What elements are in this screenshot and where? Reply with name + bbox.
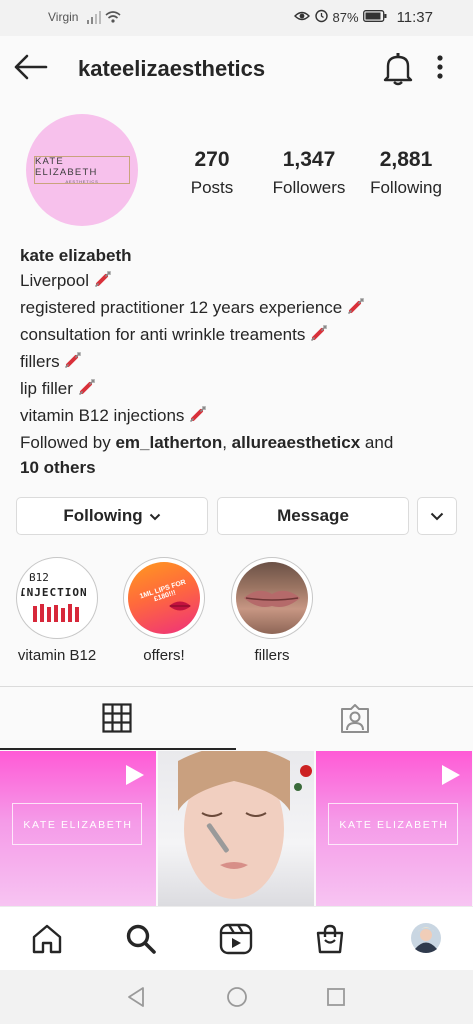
highlight-fillers[interactable]: fillers [222, 557, 322, 664]
post-grid: KATE ELIZABETH KATE ELIZABETH [0, 751, 473, 906]
highlight-label: fillers [254, 647, 290, 664]
followed-user-link[interactable]: em_latherton [115, 433, 222, 452]
back-arrow-icon[interactable] [14, 54, 48, 85]
highlight-cover [236, 562, 308, 634]
display-name: kate elizabeth [20, 246, 132, 265]
home-icon[interactable] [31, 923, 63, 960]
profile-avatar-icon[interactable] [410, 922, 442, 959]
more-options-icon[interactable] [436, 54, 444, 85]
syringe-emoji-icon [94, 270, 112, 295]
syringe-emoji-icon [189, 405, 207, 430]
highlight-cover-text: B12 [29, 571, 49, 584]
highlight-ring [231, 557, 313, 639]
reel-play-icon [124, 763, 146, 792]
face-treatment-photo [178, 751, 312, 899]
carrier-name: Virgin [48, 10, 79, 24]
profile-tabs [0, 686, 473, 750]
signal-icon [86, 9, 124, 30]
tile-title: KATE ELIZABETH [23, 819, 133, 831]
avatar-logo-title: KATE ELIZABETH [35, 156, 98, 178]
following-count[interactable]: 2,881 Following [362, 148, 450, 198]
bio-line: vitamin B12 injections [20, 403, 460, 430]
stat-label: Following [370, 178, 442, 197]
posts-count[interactable]: 270 Posts [181, 148, 243, 198]
profile-bio: kate elizabeth Liverpool registered prac… [20, 243, 460, 480]
reels-icon[interactable] [219, 923, 253, 960]
highlight-ring: 1ML LIPS FOR £180!!! [123, 557, 205, 639]
tab-active-indicator [0, 748, 236, 750]
stat-value: 270 [194, 148, 230, 171]
highlight-cover-text: INJECTION [21, 586, 88, 599]
tagged-posts-icon[interactable] [339, 703, 371, 740]
brand-logo: KATE ELIZABETH AESTHETICS [34, 156, 130, 184]
followed-user-link[interactable]: allureaestheticx [232, 433, 361, 452]
stat-label: Posts [190, 178, 234, 197]
search-icon[interactable] [125, 923, 157, 960]
syringe-emoji-icon [310, 324, 328, 349]
system-recents-icon[interactable] [326, 987, 346, 1012]
stat-value: 2,881 [379, 148, 433, 171]
chevron-down-icon [149, 506, 161, 526]
post-tile[interactable]: KATE ELIZABETH [316, 751, 472, 906]
message-button-label: Message [277, 506, 349, 525]
reel-play-icon [440, 763, 462, 792]
stat-value: 1,347 [282, 148, 336, 171]
post-tile[interactable] [158, 751, 314, 906]
notification-bell-icon[interactable] [382, 52, 414, 91]
alarm-icon [314, 8, 329, 26]
post-tile[interactable]: KATE ELIZABETH [0, 751, 156, 906]
highlight-offers[interactable]: 1ML LIPS FOR £180!!! offers! [114, 557, 214, 664]
bio-line: Liverpool [20, 268, 460, 295]
bio-line: registered practitioner 12 years experie… [20, 295, 460, 322]
bio-line: consultation for anti wrinkle treaments [20, 322, 460, 349]
following-button[interactable]: Following [16, 497, 208, 535]
chevron-down-icon [430, 506, 444, 526]
profile-username: kateelizaesthetics [78, 56, 266, 81]
highlight-cover: 1ML LIPS FOR £180!!! [128, 562, 200, 634]
bottom-navigation [0, 906, 473, 970]
message-button[interactable]: Message [217, 497, 409, 535]
profile-header: kateelizaesthetics [0, 36, 473, 100]
followers-count[interactable]: 1,347 Followers [265, 148, 353, 198]
highlight-cover: B12 INJECTION [21, 562, 93, 634]
bio-line: lip filler [20, 376, 460, 403]
status-bar: Virgin 87% 11:37 [0, 0, 473, 36]
followed-by[interactable]: Followed by em_latherton, allureaestheti… [20, 430, 460, 455]
profile-avatar[interactable]: KATE ELIZABETH AESTHETICS [26, 114, 138, 226]
system-back-icon[interactable] [126, 986, 146, 1013]
highlight-ring: B12 INJECTION [16, 557, 98, 639]
eye-icon [293, 10, 310, 25]
highlight-label: offers! [143, 647, 185, 664]
stat-label: Followers [272, 178, 346, 197]
following-button-label: Following [63, 506, 143, 525]
clock-time: 11:37 [396, 8, 433, 26]
syringe-emoji-icon [78, 378, 96, 403]
system-home-icon[interactable] [226, 986, 248, 1013]
syringe-emoji-icon [347, 297, 365, 322]
system-navigation-bar [0, 970, 473, 1024]
avatar-logo-subtitle: AESTHETICS [65, 179, 99, 184]
bio-line: fillers [20, 349, 460, 376]
grid-icon[interactable] [102, 703, 132, 738]
battery-icon [362, 9, 387, 25]
tile-title: KATE ELIZABETH [339, 819, 449, 831]
suggested-accounts-button[interactable] [417, 497, 457, 535]
highlight-vitamin-b12[interactable]: B12 INJECTION vitamin B12 [7, 557, 107, 664]
followed-others-link[interactable]: 10 others [20, 458, 96, 477]
highlight-label: vitamin B12 [17, 647, 97, 664]
syringe-emoji-icon [64, 351, 82, 376]
battery-percent: 87% [332, 9, 359, 25]
shop-icon[interactable] [314, 923, 346, 960]
